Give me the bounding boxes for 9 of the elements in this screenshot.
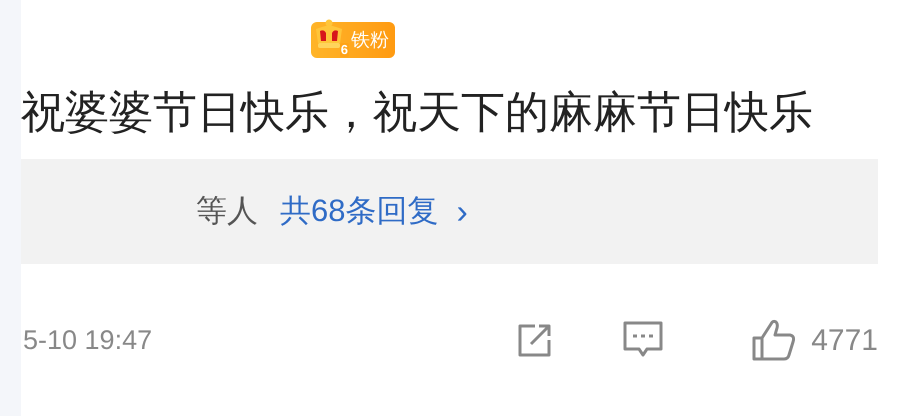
comment-text: 祝婆婆节日快乐，祝天下的麻麻节日快乐 [21, 87, 814, 139]
replies-link[interactable]: 共68条回复 [280, 188, 438, 235]
comment-time: 5-10 19:47 [23, 324, 152, 357]
reply-users: 等人 [196, 192, 258, 230]
badge-label: 铁粉 [351, 30, 389, 50]
chevron-icon: › [456, 194, 468, 228]
thumbs-up-icon[interactable] [751, 318, 798, 362]
like-count: 4771 [811, 322, 878, 358]
level-number: 6 [340, 43, 349, 57]
